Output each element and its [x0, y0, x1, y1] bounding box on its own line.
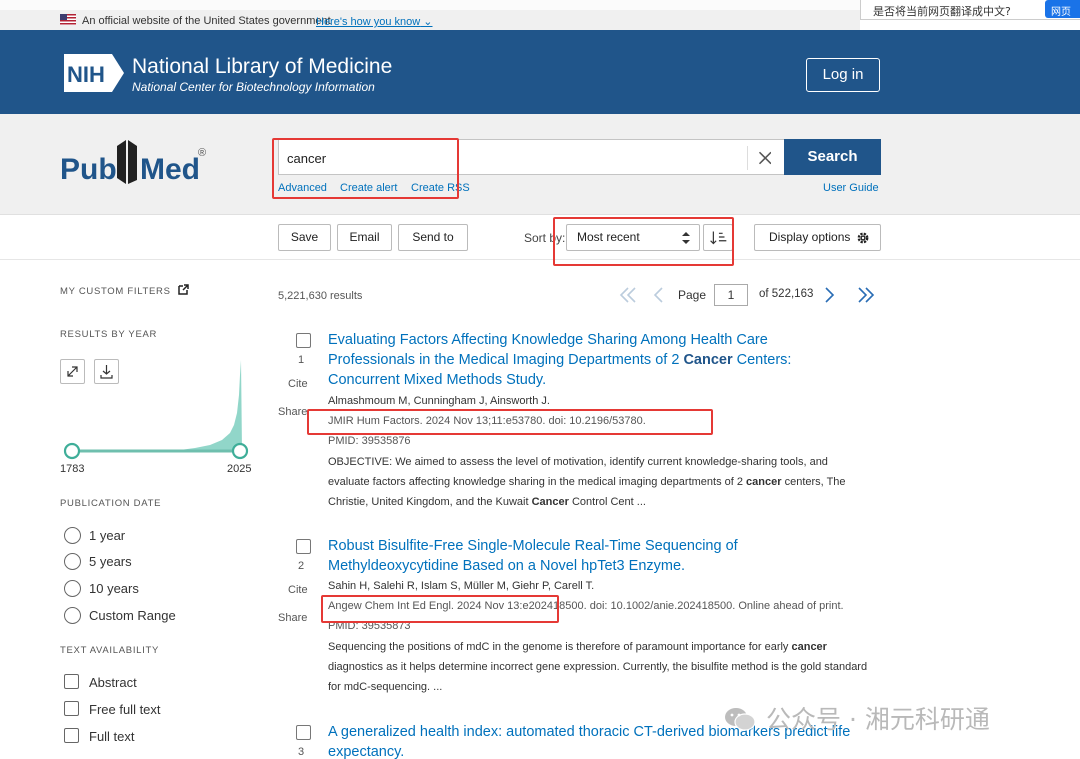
radio-label: 10 years — [89, 581, 139, 596]
checkbox — [64, 701, 79, 716]
result-number: 2 — [298, 560, 305, 572]
nlm-title[interactable]: National Library of Medicine — [132, 55, 392, 79]
create-rss-link[interactable]: Create RSS — [411, 182, 470, 194]
result-checkbox[interactable] — [296, 539, 311, 554]
watermark: 公众号 · 湘元科研通 — [724, 700, 990, 734]
result-pmid: PMID: 39535873 — [328, 620, 411, 632]
nlm-subtitle: National Center for Biotechnology Inform… — [132, 80, 375, 94]
translate-popup-text: 是否将当前网页翻译成中文? — [873, 5, 1011, 18]
result-citation: Angew Chem Int Ed Engl. 2024 Nov 13:e202… — [328, 600, 844, 612]
gov-banner-link[interactable]: Here's how you know ⌄ — [316, 15, 433, 28]
result-authors: Almashmoum M, Cunningham J, Ainsworth J. — [328, 395, 550, 407]
share-button[interactable]: Share — [278, 406, 307, 418]
external-link-icon — [178, 284, 189, 295]
year-end-label: 2025 — [227, 463, 252, 475]
wechat-icon — [725, 708, 756, 731]
gov-banner-text: An official website of the United States… — [82, 15, 331, 27]
results-toolbar: Save Email Send to Sort by: Most recent … — [0, 214, 1080, 260]
radio-circle — [64, 580, 81, 597]
pubmed-logo[interactable]: Pub Med ® — [60, 134, 220, 190]
result-checkbox[interactable] — [296, 333, 311, 348]
browser-bookmarks-bar — [0, 0, 860, 10]
search-input[interactable] — [287, 148, 727, 168]
page-number-input[interactable]: 1 — [714, 284, 748, 306]
checkbox — [64, 674, 79, 689]
svg-text:Med: Med — [140, 153, 200, 186]
display-options-button[interactable]: Display options — [754, 224, 881, 251]
clear-icon[interactable] — [747, 146, 771, 170]
checkbox — [64, 728, 79, 743]
results-by-year-histogram[interactable] — [60, 355, 250, 465]
last-page-icon[interactable] — [854, 286, 876, 304]
result-title-link[interactable]: Robust Bisulfite-Free Single-Molecule Re… — [328, 536, 768, 576]
gov-banner: An official website of the United States… — [0, 10, 860, 30]
cite-button[interactable]: Cite — [288, 584, 308, 596]
radio-circle — [64, 553, 81, 570]
year-slider-start-handle[interactable] — [63, 442, 81, 460]
advanced-search-link[interactable]: Advanced — [278, 182, 327, 194]
sort-by-label: Sort by: — [524, 231, 566, 245]
search-box — [278, 139, 784, 175]
radio-label: 5 years — [89, 554, 132, 569]
page-label: Page — [678, 288, 707, 302]
translate-popup: 是否将当前网页翻译成中文? 网页翻 — [860, 0, 1080, 33]
sort-order-icon[interactable] — [703, 224, 733, 251]
result-citation: JMIR Hum Factors. 2024 Nov 13;11:e53780.… — [328, 415, 646, 427]
checkbox-label: Abstract — [89, 675, 137, 690]
result-item: 1 Cite Share Evaluating Factors Affectin… — [278, 330, 878, 520]
create-alert-link[interactable]: Create alert — [340, 182, 397, 194]
result-number: 3 — [298, 746, 305, 758]
sort-select-value: Most recent — [577, 230, 640, 244]
svg-text:Pub: Pub — [60, 153, 117, 186]
cite-button[interactable]: Cite — [288, 378, 308, 390]
text-availability-heading: TEXT AVAILABILITY — [60, 645, 160, 656]
results-count: 5,221,630 results — [278, 290, 363, 302]
radio-label: 1 year — [89, 528, 126, 543]
pagination: Page 1 of 522,163 — [618, 283, 878, 307]
select-arrows-icon — [682, 232, 690, 244]
svg-text:NIH: NIH — [67, 62, 105, 87]
result-title-link[interactable]: Evaluating Factors Affecting Knowledge S… — [328, 330, 828, 390]
custom-filters-heading[interactable]: MY CUSTOM FILTERS — [60, 284, 189, 297]
radio-circle — [64, 607, 81, 624]
result-snippet: OBJECTIVE: We aimed to assess the level … — [328, 456, 846, 508]
gear-icon — [857, 232, 869, 244]
user-guide-link[interactable]: User Guide — [823, 182, 879, 194]
result-pmid: PMID: 39535876 — [328, 435, 411, 447]
first-page-icon[interactable] — [618, 286, 640, 304]
search-area: Pub Med ® Search Advanced Create alert C… — [0, 114, 1080, 214]
publication-date-heading: PUBLICATION DATE — [60, 498, 162, 509]
results-by-year-heading: RESULTS BY YEAR — [60, 329, 158, 340]
result-checkbox[interactable] — [296, 725, 311, 740]
result-number: 1 — [298, 354, 305, 366]
nlm-header: NIH National Library of Medicine Nationa… — [0, 30, 1080, 114]
display-options-label: Display options — [769, 230, 851, 244]
nih-logo-icon[interactable]: NIH — [60, 52, 126, 94]
next-page-icon[interactable] — [822, 286, 836, 304]
year-slider-end-handle[interactable] — [231, 442, 249, 460]
us-flag-icon — [60, 14, 76, 25]
email-button[interactable]: Email — [337, 224, 392, 251]
svg-text:®: ® — [198, 147, 206, 159]
result-item: 2 Cite Share Robust Bisulfite-Free Singl… — [278, 536, 878, 706]
save-button[interactable]: Save — [278, 224, 331, 251]
result-snippet: Sequencing the positions of mdC in the g… — [328, 641, 868, 693]
share-button[interactable]: Share — [278, 612, 307, 624]
send-to-button[interactable]: Send to — [398, 224, 468, 251]
year-start-label: 1783 — [60, 463, 85, 475]
sort-select[interactable]: Most recent — [566, 224, 700, 251]
radio-label: Custom Range — [89, 608, 176, 623]
checkbox-label: Full text — [89, 729, 135, 744]
login-button[interactable]: Log in — [806, 58, 880, 92]
checkbox-label: Free full text — [89, 702, 161, 717]
previous-page-icon[interactable] — [652, 286, 666, 304]
result-authors: Sahin H, Salehi R, Islam S, Müller M, Gi… — [328, 580, 595, 592]
radio-circle — [64, 527, 81, 544]
page-total: of 522,163 — [759, 288, 814, 300]
translate-button[interactable]: 网页翻 — [1045, 0, 1080, 33]
pubmed-results-page: 是否将当前网页翻译成中文? 网页翻 An official website of… — [0, 0, 1080, 759]
search-button[interactable]: Search — [784, 139, 881, 175]
